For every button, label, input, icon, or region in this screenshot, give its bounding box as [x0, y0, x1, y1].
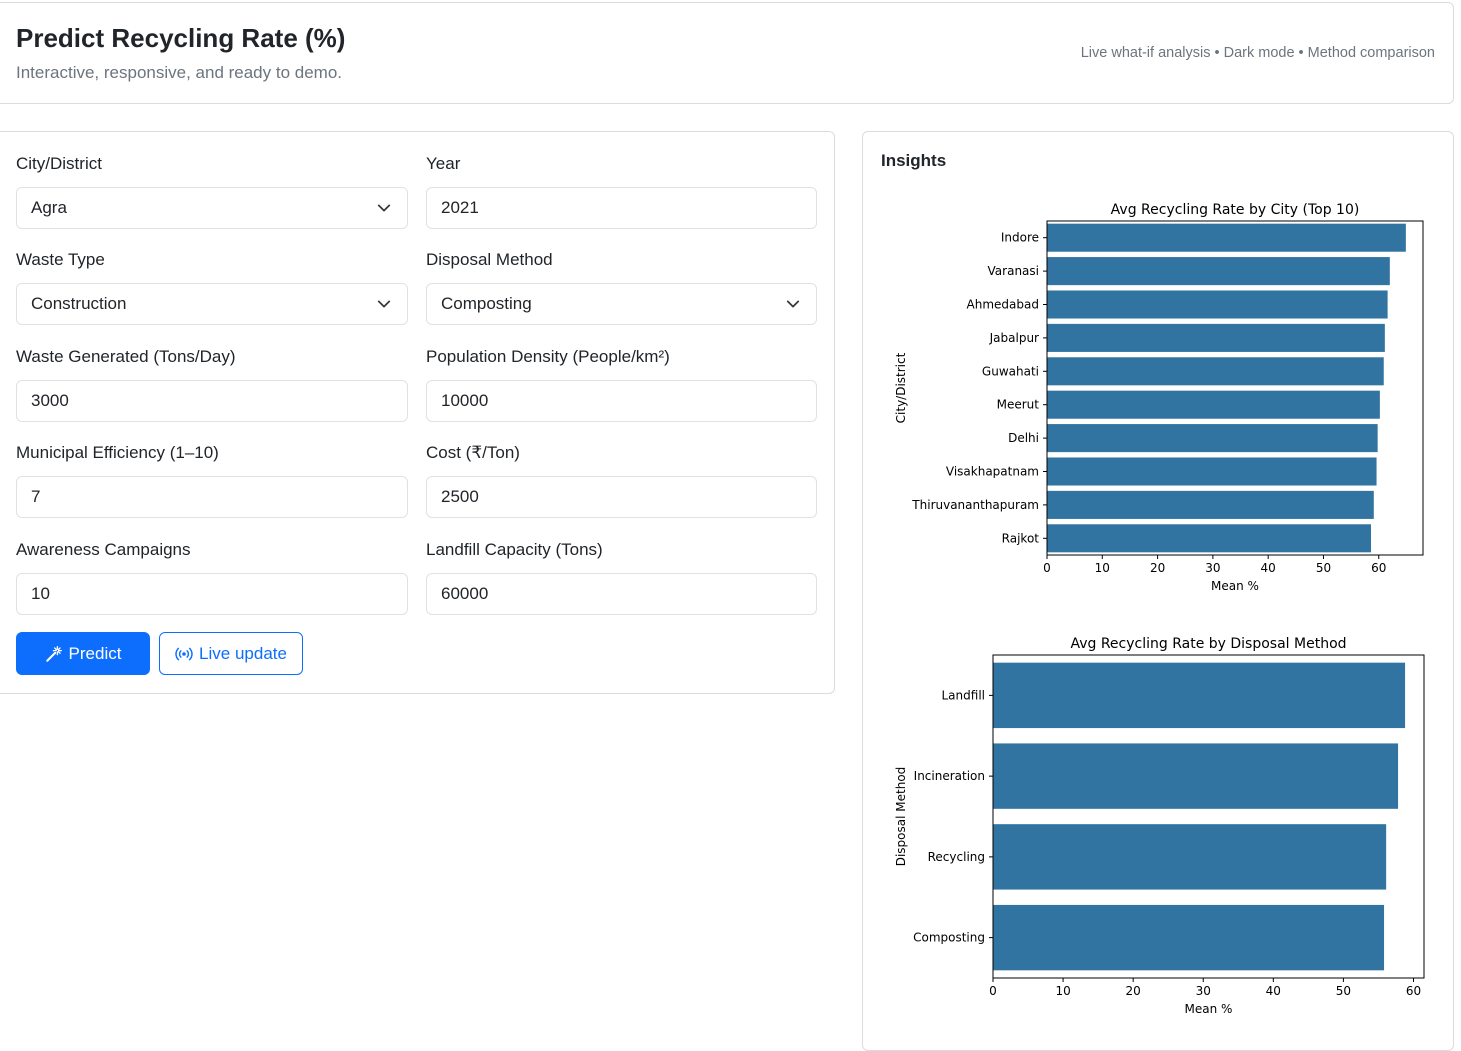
awareness-campaigns-label: Awareness Campaigns: [16, 540, 191, 559]
cost-label: Cost (₹/Ton): [426, 443, 520, 462]
bar: [993, 824, 1387, 890]
x-tick-label: 50: [1336, 984, 1351, 998]
population-density-input-value: 10000: [441, 391, 489, 410]
municipal-efficiency-input[interactable]: 7: [16, 476, 408, 518]
bar: [1047, 323, 1385, 352]
live-update-button[interactable]: Live update: [159, 632, 303, 675]
y-tick-label: Guwahati: [982, 364, 1039, 378]
x-tick-label: 0: [989, 984, 997, 998]
city-recycling-chart: Avg Recycling Rate by City (Top 10) Indor…: [894, 202, 1424, 593]
bar: [1047, 257, 1390, 286]
y-tick-label: Visakhapatnam: [946, 465, 1039, 479]
page-subtitle: Interactive, responsive, and ready to de…: [16, 63, 343, 82]
bar: [1047, 424, 1378, 453]
bar: [993, 662, 1406, 729]
y-tick-label: Ahmedabad: [967, 298, 1039, 312]
y-tick-label: Varanasi: [988, 264, 1039, 278]
predict-button[interactable]: Predict: [16, 632, 150, 675]
awareness-campaigns-input-value: 10: [31, 584, 50, 603]
broadcast-icon: [175, 647, 193, 660]
chevron-down-icon: [786, 300, 800, 308]
x-tick-label: 50: [1316, 561, 1331, 575]
waste-generated-input[interactable]: 3000: [16, 380, 408, 422]
bar: [1047, 457, 1377, 486]
y-tick-label: Thiruvananthapuram: [911, 498, 1039, 512]
x-tick-label: 30: [1196, 984, 1211, 998]
y-axis-label: City/District: [894, 352, 908, 423]
disposal-method-chart: Avg Recycling Rate by Disposal Method Lan…: [894, 636, 1425, 1016]
x-tick-label: 30: [1205, 561, 1220, 575]
chart-title: Avg Recycling Rate by Disposal Method: [1070, 636, 1346, 652]
waste-generated-input-value: 3000: [31, 391, 69, 410]
x-tick-label: 60: [1371, 561, 1386, 575]
x-tick-label: 10: [1095, 561, 1110, 575]
bar: [1047, 357, 1384, 386]
population-density-input[interactable]: 10000: [426, 380, 817, 422]
x-tick-label: 40: [1261, 561, 1276, 575]
landfill-capacity-label: Landfill Capacity (Tons): [426, 540, 603, 559]
y-tick-label: Indore: [1001, 231, 1039, 245]
y-tick-label: Recycling: [928, 850, 985, 864]
page-title: Predict Recycling Rate (%): [16, 23, 346, 53]
disposal-method-select[interactable]: Composting: [426, 283, 817, 325]
insights-card: Insights Avg Recycling Rate by City (Top…: [862, 131, 1454, 1051]
year-input-value: 2021: [441, 198, 479, 217]
live-update-button-label: Live update: [199, 643, 287, 663]
x-axis-label: Mean %: [1211, 579, 1259, 593]
bar: [1047, 223, 1406, 252]
x-tick-label: 20: [1126, 984, 1141, 998]
chevron-down-icon: [377, 204, 391, 212]
bar: [1047, 490, 1374, 519]
x-tick-label: 20: [1150, 561, 1165, 575]
y-tick-label: Composting: [913, 931, 985, 945]
year-label: Year: [426, 154, 461, 173]
y-tick-label: Jabalpur: [989, 331, 1039, 345]
y-tick-label: Delhi: [1008, 431, 1039, 445]
y-axis-label: Disposal Method: [894, 767, 908, 867]
magic-wand-icon: [45, 645, 62, 662]
y-tick-label: Incineration: [914, 769, 985, 783]
city-select-value: Agra: [31, 198, 67, 217]
x-tick-label: 40: [1266, 984, 1281, 998]
landfill-capacity-input[interactable]: 60000: [426, 573, 817, 615]
y-tick-label: Landfill: [942, 688, 986, 702]
year-input[interactable]: 2021: [426, 187, 817, 229]
prediction-form: City/District Agra Year 2021 Waste Type …: [0, 131, 835, 694]
city-select[interactable]: Agra: [16, 187, 408, 229]
city-label: City/District: [16, 154, 102, 173]
cost-input[interactable]: 2500: [426, 476, 817, 518]
x-axis-label: Mean %: [1185, 1002, 1233, 1016]
bar: [1047, 290, 1388, 319]
bar: [1047, 524, 1372, 553]
disposal-method-select-value: Composting: [441, 294, 532, 313]
disposal-method-label: Disposal Method: [426, 250, 553, 269]
header-features: Live what-if analysis • Dark mode • Meth…: [1080, 45, 1435, 61]
chevron-down-icon: [377, 300, 391, 308]
waste-type-label: Waste Type: [16, 250, 105, 269]
municipal-efficiency-input-value: 7: [31, 487, 41, 506]
predict-button-label: Predict: [68, 643, 122, 663]
x-tick-label: 60: [1406, 984, 1421, 998]
y-tick-label: Meerut: [997, 398, 1040, 412]
x-tick-label: 10: [1055, 984, 1070, 998]
chart-title: Avg Recycling Rate by City (Top 10): [1111, 202, 1360, 218]
waste-generated-label: Waste Generated (Tons/Day): [16, 347, 236, 366]
insights-title: Insights: [881, 151, 947, 170]
bar: [993, 904, 1385, 971]
x-tick-label: 0: [1043, 561, 1051, 575]
bar: [1047, 390, 1380, 419]
municipal-efficiency-label: Municipal Efficiency (1–10): [16, 443, 219, 462]
header-card: Predict Recycling Rate (%) Interactive, …: [0, 2, 1454, 104]
waste-type-select[interactable]: Construction: [16, 283, 408, 325]
bar: [993, 743, 1399, 809]
cost-input-value: 2500: [441, 487, 479, 506]
waste-type-select-value: Construction: [31, 294, 127, 313]
population-density-label: Population Density (People/km²): [426, 347, 670, 366]
y-tick-label: Rajkot: [1002, 531, 1040, 545]
awareness-campaigns-input[interactable]: 10: [16, 573, 408, 615]
landfill-capacity-input-value: 60000: [441, 584, 489, 603]
